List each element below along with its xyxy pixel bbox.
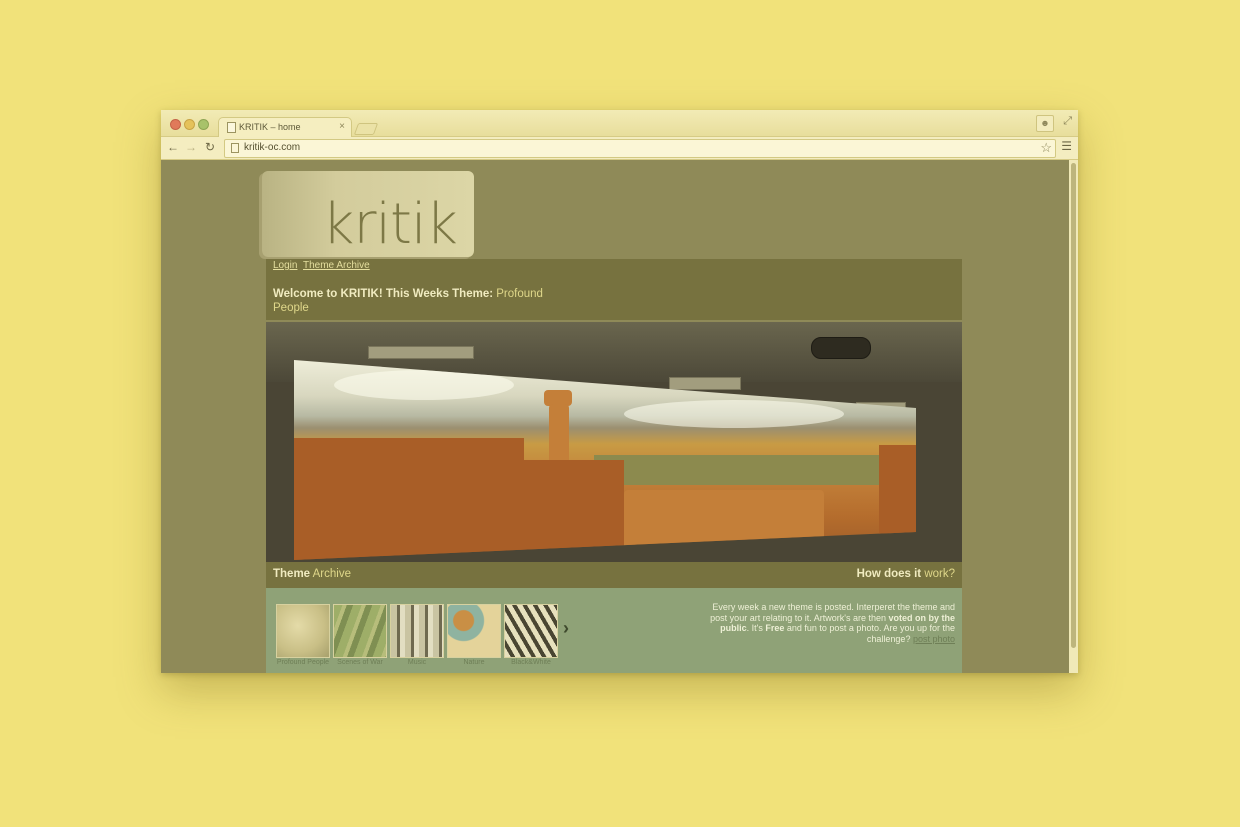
thumbnail-label: Scenes of War xyxy=(337,659,383,666)
thumbnail-image[interactable] xyxy=(504,604,558,658)
theme-archive-heading[interactable]: Theme Archive xyxy=(273,568,351,580)
how-it-works-heading[interactable]: How does it work? xyxy=(857,568,955,580)
info-part: . It's xyxy=(746,623,766,633)
thumbnail-image[interactable] xyxy=(276,604,330,658)
reload-icon[interactable]: ↻ xyxy=(205,140,215,154)
archive-panel: Profound People Scenes of War Music Natu… xyxy=(266,588,962,673)
page-viewport: kritik Login Theme Archive Welcome to KR… xyxy=(161,160,1078,673)
browser-window: KRITIK – home × ☻ ⤢ ← → ↻ kritik-oc.com … xyxy=(161,110,1078,673)
how-does-it: How does it xyxy=(856,568,922,580)
thumbnail-image[interactable] xyxy=(333,604,387,658)
user-icon[interactable]: ☻ xyxy=(1036,115,1054,132)
logo-text: kritik xyxy=(322,192,458,257)
work-word: work? xyxy=(921,568,955,580)
header-panel: Login Theme Archive Welcome to KRITIK! T… xyxy=(266,259,962,320)
forward-arrow-icon[interactable]: → xyxy=(185,140,197,154)
how-it-works-text: Every week a new theme is posted. Interp… xyxy=(710,602,955,644)
back-arrow-icon[interactable]: ← xyxy=(167,140,179,154)
thumbnail-label: Profound People xyxy=(276,659,330,666)
welcome-middle: ! This Weeks Theme: xyxy=(378,288,497,300)
info-bold: Free xyxy=(765,623,785,633)
archive-thumbnail[interactable]: Scenes of War xyxy=(333,604,387,666)
site-logo[interactable]: kritik xyxy=(262,171,474,257)
projected-landscape xyxy=(294,360,916,560)
archive-thumbnail[interactable]: Black&White xyxy=(504,604,558,666)
url-text[interactable]: kritik-oc.com xyxy=(244,142,300,153)
document-icon xyxy=(227,122,236,133)
thumbnail-image[interactable] xyxy=(447,604,501,658)
valley xyxy=(594,455,916,485)
tab-title: KRITIK – home xyxy=(239,122,301,132)
menu-icon[interactable]: ☰ xyxy=(1061,139,1072,153)
star-icon[interactable]: ☆ xyxy=(1040,140,1052,156)
archive-thumbnail[interactable]: Profound People xyxy=(276,604,330,666)
thumbnail-label: Nature xyxy=(463,659,485,666)
cliff xyxy=(294,438,524,560)
cliff xyxy=(879,445,916,555)
minimize-window-button[interactable] xyxy=(184,119,195,130)
ceiling-light xyxy=(368,346,474,359)
hero-caption: Theme Archive How does it work? xyxy=(266,562,962,588)
page-icon xyxy=(231,143,239,153)
welcome-prefix: Welcome to xyxy=(273,288,341,300)
archive-word: Archive xyxy=(310,568,351,580)
tab-bar: KRITIK – home × ☻ ⤢ xyxy=(161,110,1078,137)
scrollbar[interactable] xyxy=(1069,160,1078,673)
rock-field xyxy=(624,490,824,560)
cliff xyxy=(524,460,624,560)
close-window-button[interactable] xyxy=(170,119,181,130)
hero-image xyxy=(266,322,962,562)
brand-name: KRITIK xyxy=(340,288,379,300)
theme-archive-link[interactable]: Theme Archive xyxy=(303,260,370,271)
close-tab-icon[interactable]: × xyxy=(339,121,345,132)
archive-thumbnail[interactable]: Nature xyxy=(447,604,501,666)
zoom-window-button[interactable] xyxy=(198,119,209,130)
address-bar[interactable]: kritik-oc.com ☆ xyxy=(224,139,1056,158)
welcome-heading: Welcome to KRITIK! This Weeks Theme: Pro… xyxy=(273,287,543,315)
browser-toolbar: ← → ↻ kritik-oc.com ☆ ☰ xyxy=(161,137,1078,160)
expand-icon[interactable]: ⤢ xyxy=(1063,115,1072,128)
login-link[interactable]: Login xyxy=(273,260,297,271)
post-photo-link[interactable]: post photo xyxy=(913,634,955,644)
thumbnail-image[interactable] xyxy=(390,604,444,658)
theme-word: Theme xyxy=(273,568,311,580)
browser-tab[interactable]: KRITIK – home × xyxy=(218,117,352,137)
cloud xyxy=(624,400,844,428)
scrollbar-thumb[interactable] xyxy=(1071,163,1076,648)
projector xyxy=(811,337,871,359)
thumbnail-label: Music xyxy=(407,659,427,666)
next-arrow-icon[interactable]: › xyxy=(563,618,569,639)
thumbnail-label: Black&White xyxy=(511,659,551,666)
archive-thumbnail[interactable]: Music xyxy=(390,604,444,666)
hoodoo xyxy=(549,404,569,464)
ceiling-light xyxy=(669,377,741,390)
new-tab-button[interactable] xyxy=(353,123,379,135)
